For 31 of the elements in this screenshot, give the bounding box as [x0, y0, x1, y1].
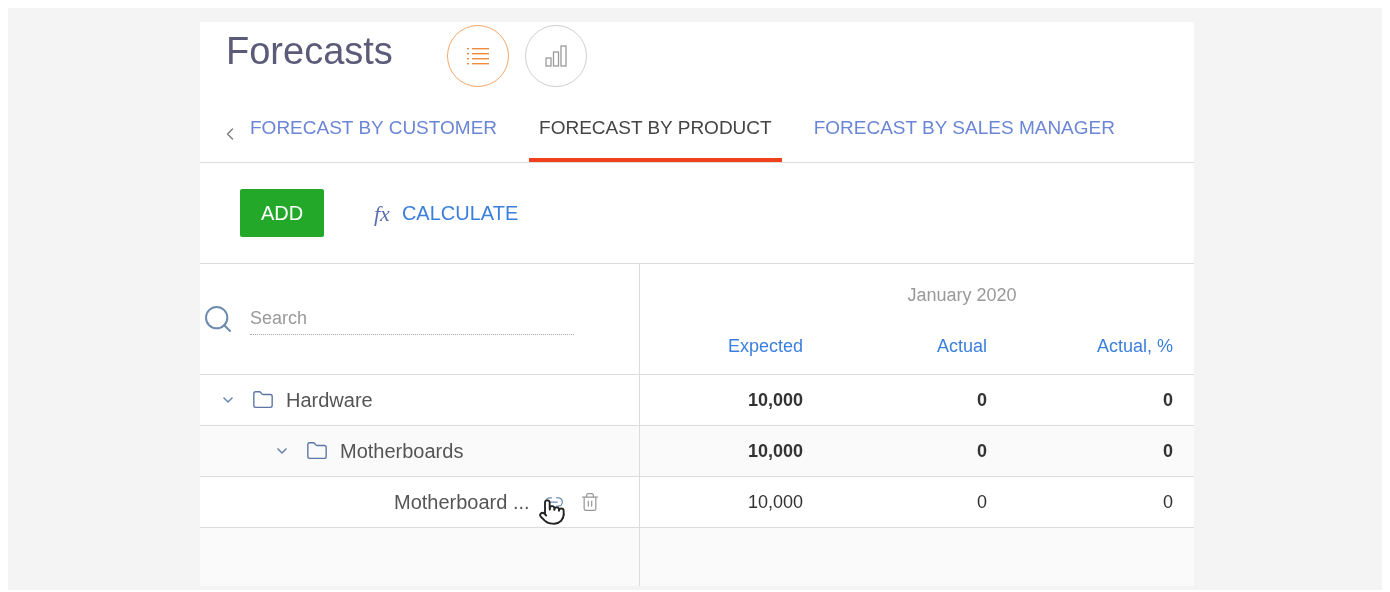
column-header[interactable]: Actual: [803, 333, 987, 360]
tab[interactable]: FORECAST BY SALES MANAGER: [803, 99, 1125, 162]
tab[interactable]: FORECAST BY PRODUCT: [529, 99, 782, 162]
folder-icon: [252, 389, 274, 411]
period-header: January 2020: [906, 284, 1018, 307]
row-name: Motherboard ...: [394, 490, 530, 515]
value-cell-text: 10,000: [746, 439, 803, 463]
value-cell-text: 0: [976, 490, 987, 514]
folder-icon: [306, 440, 328, 462]
search-icon: [202, 303, 234, 335]
function-icon: fx: [374, 196, 390, 230]
tab[interactable]: FORECAST BY CUSTOMER: [240, 99, 508, 162]
value-cell-text: 10,000: [746, 490, 803, 514]
row-name: Motherboards: [340, 439, 464, 464]
value-cell-text: 0: [1162, 388, 1173, 412]
value-cell-text: 10,000: [746, 388, 803, 412]
delete-icon[interactable]: [579, 492, 600, 512]
search-field[interactable]: Search: [250, 303, 574, 335]
value-cell-text: 0: [1162, 490, 1173, 514]
page-title: Forecasts: [226, 32, 393, 70]
row-name: Hardware: [286, 388, 373, 413]
list-icon: [466, 47, 489, 65]
bar-chart-icon: [544, 45, 567, 67]
value-cell-text: 0: [976, 388, 987, 412]
value-cell-text: 0: [1162, 439, 1173, 463]
value-cell-text: 0: [976, 439, 987, 463]
add-button[interactable]: ADD: [240, 189, 324, 237]
calculate-button[interactable]: fx CALCULATE: [374, 196, 519, 230]
column-header[interactable]: Actual, %: [987, 333, 1173, 360]
calculate-label: CALCULATE: [401, 201, 519, 226]
column-header[interactable]: Expected: [640, 333, 803, 360]
